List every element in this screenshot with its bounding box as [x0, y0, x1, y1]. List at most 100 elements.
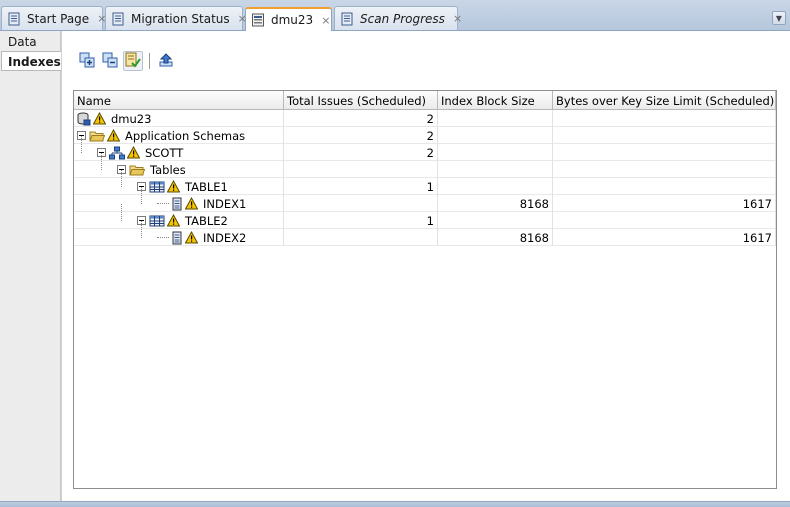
warning-icon — [185, 197, 198, 210]
tab-migration-status[interactable]: Migration Status × — [105, 6, 247, 30]
total-issues-cell: 2 — [284, 127, 438, 144]
tree-node: TABLE2 — [137, 212, 228, 229]
index-block-size-cell — [438, 144, 553, 161]
status-strip — [0, 501, 790, 507]
expand-all-button[interactable] — [77, 51, 97, 71]
tab-label: Start Page — [27, 11, 90, 26]
total-issues-cell: 1 — [284, 178, 438, 195]
index-icon — [171, 197, 183, 211]
node-label: INDEX1 — [203, 196, 247, 211]
schema-icon — [109, 146, 125, 160]
total-issues-cell — [284, 195, 438, 212]
bytes-over-cell — [553, 161, 776, 178]
upload-icon — [158, 52, 174, 71]
total-issues-cell: 2 — [284, 110, 438, 127]
index-block-size-cell: 8168 — [438, 195, 553, 212]
tree-connector — [121, 204, 122, 221]
tree-connector — [141, 187, 142, 204]
index-icon — [171, 231, 183, 245]
node-label: TABLE2 — [185, 213, 228, 228]
indexes-panel: Name Total Issues (Scheduled) Index Bloc… — [61, 31, 788, 501]
tree-connector — [141, 221, 142, 238]
tree-connector — [101, 153, 102, 170]
warning-icon — [167, 180, 180, 193]
document-icon — [111, 12, 125, 26]
tab-label: Migration Status — [131, 11, 230, 26]
bytes-over-cell: 1617 — [553, 195, 776, 212]
database-icon — [77, 112, 91, 126]
column-header-index-block-size[interactable]: Index Block Size — [438, 91, 553, 110]
side-tab-indexes[interactable]: Indexes — [1, 51, 61, 71]
filter-check-icon — [125, 52, 141, 71]
tab-start-page[interactable]: Start Page × — [1, 6, 106, 30]
warning-icon — [185, 231, 198, 244]
total-issues-cell: 1 — [284, 212, 438, 229]
document-icon — [340, 12, 354, 26]
table-row[interactable]: 2 dmu23 — [74, 110, 776, 127]
tree-node: TABLE1 — [137, 178, 228, 195]
bytes-over-cell — [553, 110, 776, 127]
dmu-window: Start Page × Migration Status × dmu23 × … — [0, 0, 790, 507]
index-block-size-cell — [438, 212, 553, 229]
tab-label: dmu23 — [271, 13, 314, 27]
column-header-name[interactable]: Name — [74, 91, 284, 110]
tree-node: SCOTT — [97, 144, 183, 161]
tree-connector — [121, 170, 122, 187]
expand-all-icon — [79, 52, 95, 71]
table-icon — [149, 180, 165, 194]
warning-icon — [93, 112, 106, 125]
side-tab-strip: Data Indexes — [0, 31, 61, 501]
tree-node: INDEX2 — [157, 229, 246, 246]
tree-node: dmu23 — [77, 110, 151, 127]
side-tab-data[interactable]: Data — [1, 32, 61, 52]
tabs-dropdown-button[interactable]: ▼ — [772, 11, 786, 25]
toolbar-separator — [149, 53, 150, 69]
folder-open-icon — [89, 129, 105, 143]
node-label: SCOTT — [145, 145, 184, 160]
folder-open-icon — [129, 163, 145, 177]
show-issues-button[interactable] — [123, 51, 143, 71]
node-label: INDEX2 — [203, 230, 247, 245]
bytes-over-cell: 1617 — [553, 229, 776, 246]
table-row[interactable]: 2 Application Schemas — [74, 127, 776, 144]
collapse-all-button[interactable] — [100, 51, 120, 71]
tree-node: INDEX1 — [157, 195, 246, 212]
node-label: Application Schemas — [125, 128, 246, 143]
warning-icon — [167, 214, 180, 227]
table-icon — [149, 214, 165, 228]
warning-icon — [107, 129, 120, 142]
node-label: TABLE1 — [185, 179, 228, 194]
table-row[interactable]: Tables — [74, 153, 776, 178]
panel-toolbar — [77, 49, 179, 73]
tree-connector — [157, 237, 169, 238]
close-icon[interactable]: × — [321, 14, 330, 27]
collapse-all-icon — [102, 52, 118, 71]
bytes-over-cell — [553, 212, 776, 229]
table-row[interactable]: 8168 1617 INDEX2 — [74, 221, 776, 246]
table-row[interactable]: 1 TABLE2 — [74, 204, 776, 229]
node-label: Tables — [150, 162, 186, 177]
document-icon — [7, 12, 21, 26]
tree-connector — [157, 203, 169, 204]
index-block-size-cell — [438, 110, 553, 127]
table-row[interactable]: 8168 1617 INDEX1 — [74, 187, 776, 212]
tree-connector — [81, 136, 82, 153]
index-block-size-cell — [438, 161, 553, 178]
total-issues-cell — [284, 229, 438, 246]
indexes-tree-table[interactable]: Name Total Issues (Scheduled) Index Bloc… — [73, 90, 777, 489]
tab-label: Scan Progress — [360, 11, 445, 26]
bytes-over-cell — [553, 127, 776, 144]
export-button[interactable] — [156, 51, 176, 71]
tab-scan-progress[interactable]: Scan Progress × — [334, 6, 462, 30]
column-header-bytes-over[interactable]: Bytes over Key Size Limit (Scheduled) — [553, 91, 776, 110]
tree-node: Tables — [117, 161, 186, 178]
index-block-size-cell — [438, 127, 553, 144]
warning-icon — [127, 146, 140, 159]
tree-node: Application Schemas — [77, 127, 245, 144]
close-icon[interactable]: × — [453, 12, 462, 25]
tab-dmu23[interactable]: dmu23 × — [245, 7, 332, 31]
column-header-total-issues[interactable]: Total Issues (Scheduled) — [284, 91, 438, 110]
table-row[interactable]: 2 SCOTT — [74, 136, 776, 161]
database-doc-icon — [251, 13, 265, 27]
table-row[interactable]: 1 TABLE1 — [74, 170, 776, 195]
